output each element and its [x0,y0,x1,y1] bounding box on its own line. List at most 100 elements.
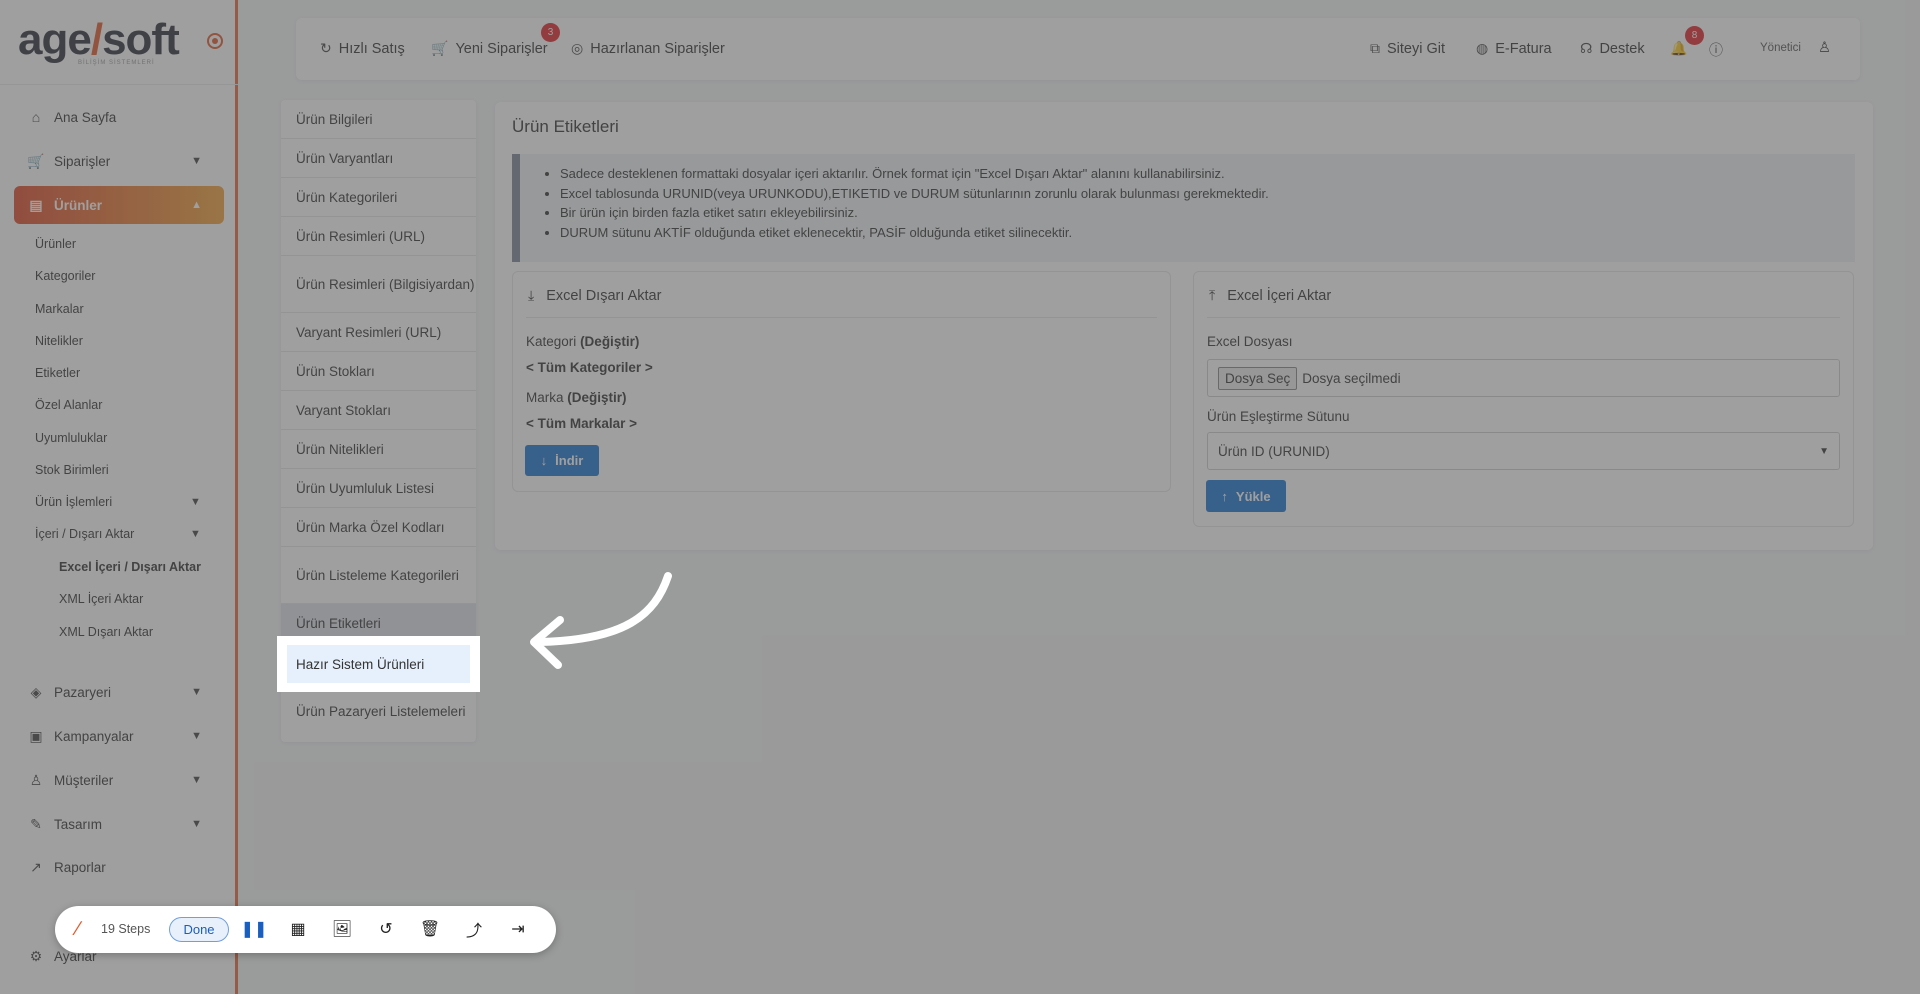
chevron-down-icon: ▼ [190,528,201,540]
chevron-up-icon: ▲ [191,199,202,211]
match-select[interactable]: Ürün ID (URUNID) ▼ [1207,432,1840,470]
divider [0,84,238,85]
menu-item[interactable]: Ürün Bilgileri [281,100,476,139]
sidebar-item-customers[interactable]: ♙ Müşteriler ▼ [14,761,224,799]
page-title: Ürün Etiketleri [512,117,619,136]
info-item: DURUM sütunu AKTİF olduğunda etiket ekle… [560,223,1855,243]
info-box: Sadece desteklenen formattaki dosyalar i… [512,154,1855,262]
invoice-icon: ◍ [1476,40,1489,56]
menu-item[interactable]: Ürün Listeleme Kategorileri [281,547,476,604]
menu-item[interactable]: Ürün Kategorileri [281,178,476,217]
menu-item[interactable]: Varyant Resimleri (URL) [281,313,476,352]
divider [1207,317,1840,318]
user-icon: ♙ [29,771,43,788]
sidebar-sub-custom-fields[interactable]: Özel Alanlar [35,398,102,412]
file-label: Excel Dosyası [1207,334,1293,349]
sidebar-sub-categories[interactable]: Kategoriler [35,269,95,283]
share-icon[interactable]: ⤴ [463,918,485,940]
gear-icon: ⚙ [29,947,43,964]
brand-value: < Tüm Markalar > [526,416,638,431]
user-icon[interactable]: ♙ [1818,40,1831,56]
sidebar-sub-brands[interactable]: Markalar [35,302,84,316]
menu-item[interactable]: Ürün Stokları [281,352,476,391]
box-icon: ◈ [30,683,42,700]
info-button[interactable]: ⓘ [1709,40,1730,60]
menu-item[interactable]: Varyant Stokları [281,391,476,430]
export-panel: ⤓ Excel Dışarı Aktar Kategori (Değiştir) … [512,271,1171,492]
info-item: Excel tablosunda URUNID(veya URUNKODU),E… [560,184,1855,204]
change-brand-link[interactable]: (Değiştir) [567,390,626,405]
arrow-up-icon: ↑ [1221,488,1228,504]
sidebar-item-home[interactable]: ⌂ Ana Sayfa [14,98,224,136]
sidebar-sub-attributes[interactable]: Nitelikler [35,334,83,348]
menu-item[interactable]: Ürün Varyantları [281,139,476,178]
menu-item[interactable]: Ürün Nitelikleri [281,430,476,469]
import-panel: ⤒ Excel İçeri Aktar Excel Dosyası Dosya S… [1193,271,1854,527]
done-button[interactable]: Done [169,917,229,942]
download-button[interactable]: ↓ İndir [525,445,599,476]
box-icon: ◎ [571,40,584,56]
category-value: < Tüm Kategoriler > [526,360,653,375]
pointer-arrow-icon [530,572,672,669]
menu-item-ready-system-products[interactable]: Hazır Sistem Ürünleri [287,645,470,683]
collapse-icon[interactable]: ⇥ [507,918,529,940]
sidebar-sub-stock-units[interactable]: Stok Birimleri [35,463,109,477]
undo-icon[interactable]: ↺ [375,918,397,940]
sidebar-item-orders[interactable]: 🛒 Siparişler ▼ [14,142,224,180]
sidebar-item-design[interactable]: ✎ Tasarım ▼ [14,805,224,843]
sidebar: age/soft BİLİŞİM SİSTEMLERİ ⌂ Ana Sayfa 🛒… [0,0,238,994]
refresh-cart-icon: ↻ [320,40,332,56]
cart-icon: 🛒 [27,152,45,169]
quick-sale-link[interactable]: ↻ Hızlı Satış [320,40,405,57]
download-icon: ⤓ [528,287,535,303]
sidebar-item-products[interactable]: ▤ Ürünler ▲ [14,186,224,224]
divider [526,317,1157,318]
sidebar-toggle-icon[interactable] [207,33,223,49]
brand-field: Marka (Değiştir) [526,390,627,405]
bell-icon: 🔔 [1670,40,1688,56]
external-icon: ⧉ [1370,40,1380,56]
sidebar-sub-xml-import[interactable]: XML İçeri Aktar [59,592,143,606]
blur-icon[interactable]: ▦ [287,918,309,940]
gift-icon: ▣ [29,727,43,744]
arrow-down-icon: ↓ [540,453,548,468]
menu-item[interactable]: Ürün Resimleri (Bilgisiyardan) [281,256,476,313]
sidebar-sub-tags[interactable]: Etiketler [35,366,80,380]
upload-button[interactable]: ↑ Yükle [1206,480,1286,512]
sidebar-sub-excel-import-export[interactable]: Excel İçeri / Dışarı Aktar [59,560,201,574]
chevron-down-icon: ▼ [191,818,202,830]
support-link[interactable]: ☊ Destek [1580,40,1645,57]
notifications-badge: 8 [1685,26,1704,45]
main-card: Ürün Etiketleri Sadece desteklenen forma… [495,102,1873,550]
sidebar-sub-product-ops[interactable]: Ürün İşlemleri [35,495,112,509]
chevron-down-icon: ▼ [1819,445,1829,457]
menu-item[interactable]: Ürün Resimleri (URL) [281,217,476,256]
sidebar-item-campaigns[interactable]: ▣ Kampanyalar ▼ [14,717,224,755]
prepared-orders-link[interactable]: ◎ Hazırlanan Siparişler [571,40,725,57]
change-category-link[interactable]: (Değiştir) [580,334,639,349]
trash-icon[interactable]: 🗑 [419,918,441,940]
export-title: ⤓ Excel Dışarı Aktar [528,287,662,304]
chevron-down-icon: ▼ [190,496,201,508]
user-name[interactable]: Yönetici [1760,42,1801,54]
sidebar-item-marketplace[interactable]: ◈ Pazaryeri ▼ [14,673,224,711]
pen-icon[interactable]: ∕ [67,918,89,940]
logo[interactable]: age/soft BİLİŞİM SİSTEMLERİ [18,18,238,68]
menu-item[interactable]: Ürün Marka Özel Kodları [281,508,476,547]
e-invoice-link[interactable]: ◍ E-Fatura [1476,40,1552,57]
menu-item[interactable]: Ürün Uyumluluk Listesi [281,469,476,508]
visit-site-link[interactable]: ⧉ Siteyi Git [1370,40,1445,57]
info-icon: ⓘ [1709,42,1723,58]
new-orders-link[interactable]: 🛒 Yeni Siparişler [431,40,548,57]
choose-file-button[interactable]: Dosya Seç [1218,366,1298,390]
sidebar-sub-products[interactable]: Ürünler [35,237,76,251]
chevron-down-icon: ▼ [191,774,202,786]
file-input[interactable]: Dosya Seç Dosya seçilmedi [1207,359,1840,397]
sidebar-item-reports[interactable]: ↗ Raporlar [14,848,224,886]
image-icon[interactable]: 🖼 [331,918,353,940]
pause-icon[interactable]: ❚❚ [241,918,268,940]
sidebar-sub-import-export[interactable]: İçeri / Dışarı Aktar [35,527,134,541]
sidebar-sub-xml-export[interactable]: XML Dışarı Aktar [59,625,153,639]
sidebar-sub-compatibility[interactable]: Uyumluluklar [35,431,107,445]
chart-icon: ↗ [30,858,42,875]
